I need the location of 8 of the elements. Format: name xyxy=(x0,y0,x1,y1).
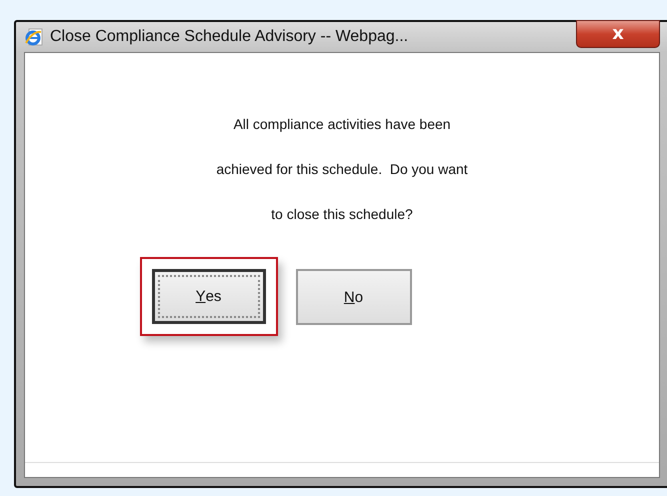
dialog-button[interactable]: No xyxy=(296,269,412,325)
dialog-button[interactable]: Yes xyxy=(152,269,266,324)
browser-icon xyxy=(24,27,44,47)
window-title: Close Compliance Schedule Advisory -- Webpag... xyxy=(50,28,410,46)
close-button[interactable]: x xyxy=(576,20,660,48)
message-text: All compliance activities have been xyxy=(233,115,451,133)
message-text: to close this schedule? xyxy=(271,205,413,223)
message-text: achieved for this schedule. Do you want xyxy=(216,160,468,178)
